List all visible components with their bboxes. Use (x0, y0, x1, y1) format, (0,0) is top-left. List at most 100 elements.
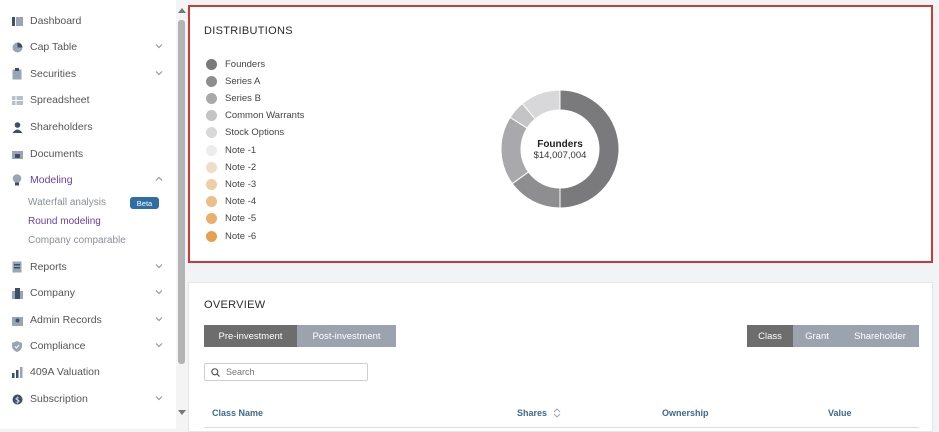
sidebar-item-label: Dashboard (30, 15, 82, 27)
search-input[interactable] (224, 366, 358, 378)
legend-label: Common Warrants (225, 110, 305, 122)
beta-badge: Beta (130, 197, 159, 209)
sidebar-subitem-round-modeling[interactable]: Round modeling (28, 216, 101, 227)
legend-label: Note -5 (225, 213, 257, 225)
legend-item: Note -3 (206, 177, 256, 191)
sidebar-item-subscription[interactable]: $ Subscription (10, 390, 170, 408)
sidebar-item-documents[interactable]: Documents (10, 145, 170, 163)
column-header-value[interactable]: Value (828, 408, 852, 418)
search-box[interactable] (204, 363, 368, 381)
column-header-shares[interactable]: Shares (517, 408, 561, 418)
legend-dot (206, 58, 217, 70)
sidebar-item-label: Documents (30, 148, 84, 160)
legend-label: Stock Options (225, 127, 285, 139)
chevron-up-icon (155, 176, 163, 181)
legend-item: Series A (206, 74, 260, 88)
sidebar-item-admin-records[interactable]: Admin Records (10, 311, 170, 329)
sidebar-item-label: Cap Table (30, 41, 78, 53)
chevron-down-icon (155, 290, 163, 295)
sidebar-item-dashboard[interactable]: Dashboard (10, 12, 170, 30)
sidebar-item-securities[interactable]: Securities (10, 65, 170, 83)
legend-label: Note -3 (225, 178, 257, 190)
sidebar-item-modeling[interactable]: Modeling (10, 171, 170, 189)
shareholder-view-button[interactable]: Shareholder (841, 325, 919, 347)
sidebar-item-spreadsheet[interactable]: Spreadsheet (10, 91, 170, 109)
sidebar-item-label: Securities (30, 68, 77, 80)
sidebar-item-label: Modeling (30, 174, 73, 186)
chevron-down-icon (155, 396, 163, 401)
sidebar-item-compliance[interactable]: Compliance (10, 337, 170, 355)
sidebar-item-label: Shareholders (30, 121, 93, 133)
sidebar-subitem-company-comparable[interactable]: Company comparable (28, 235, 126, 246)
post-investment-button[interactable]: Post-investment (297, 325, 396, 347)
chevron-down-icon (155, 264, 163, 269)
legend-label: Note -4 (225, 196, 257, 208)
building-icon (10, 286, 24, 300)
lightbulb-icon (10, 173, 24, 187)
investment-toggle: Pre-investment Post-investment (204, 325, 396, 347)
shield-icon (10, 339, 24, 353)
admin-icon (10, 313, 24, 327)
legend-dot (206, 110, 217, 122)
sort-icon[interactable] (553, 408, 561, 418)
legend-item: Note -4 (206, 195, 256, 209)
pie-chart-icon (10, 40, 24, 54)
legend-dot (206, 75, 217, 87)
chevron-down-icon (155, 317, 163, 322)
distributions-title: DISTRIBUTIONS (204, 25, 293, 37)
sidebar-item-409a-valuation[interactable]: 409A Valuation (10, 363, 170, 381)
search-icon (211, 367, 220, 377)
legend-dot (206, 230, 217, 242)
sidebar-item-label: Subscription (30, 393, 88, 405)
legend-item: Note -2 (206, 160, 256, 174)
legend-dot (206, 178, 217, 190)
sidebar-item-cap-table[interactable]: Cap Table (10, 38, 170, 56)
sidebar-item-label: Spreadsheet (30, 94, 90, 106)
dollar-icon: $ (10, 392, 24, 406)
legend-label: Series B (225, 92, 261, 104)
legend-item: Stock Options (206, 126, 284, 140)
legend-label: Note -1 (225, 144, 257, 156)
chevron-down-icon (155, 343, 163, 348)
sidebar-item-reports[interactable]: Reports (10, 258, 170, 276)
column-header-class-name[interactable]: Class Name (212, 408, 263, 418)
chevron-down-icon (155, 71, 163, 76)
sidebar-scrollbar[interactable] (176, 0, 187, 429)
sidebar-item-label: 409A Valuation (30, 366, 100, 378)
chevron-down-icon (155, 44, 163, 49)
column-header-ownership[interactable]: Ownership (662, 408, 709, 418)
sidebar-item-shareholders[interactable]: Shareholders (10, 118, 170, 136)
report-icon (10, 260, 24, 274)
clipboard-icon (10, 67, 24, 81)
legend-dot (206, 196, 217, 208)
donut-center-name: Founders (537, 139, 583, 150)
sidebar-item-label: Reports (30, 261, 67, 273)
folder-icon (10, 147, 24, 161)
pre-investment-button[interactable]: Pre-investment (204, 325, 297, 347)
sidebar-item-company[interactable]: Company (10, 284, 170, 302)
svg-text:$: $ (14, 395, 19, 404)
grant-view-button[interactable]: Grant (793, 325, 841, 347)
person-icon (10, 120, 24, 134)
donut-center-label: Founders $14,007,004 (520, 139, 600, 161)
legend-dot (206, 144, 217, 156)
legend-item: Common Warrants (206, 109, 304, 123)
legend-dot (206, 127, 217, 139)
legend-item: Series B (206, 91, 261, 105)
legend-item: Note -6 (206, 229, 256, 243)
legend-label: Note -6 (225, 230, 257, 242)
sidebar-item-label: Admin Records (30, 314, 102, 326)
sidebar: Dashboard Cap Table Securities Spreadshe… (0, 0, 176, 429)
scrollbar-thumb[interactable] (178, 20, 185, 364)
column-header-shares-label: Shares (517, 408, 548, 418)
legend-dot (206, 92, 217, 104)
legend-item: Founders (206, 57, 265, 71)
scroll-down-arrow-icon[interactable] (178, 410, 186, 415)
sidebar-subitem-waterfall-analysis[interactable]: Waterfall analysis (28, 197, 106, 208)
scroll-up-arrow-icon[interactable] (178, 8, 186, 13)
dashboard-icon (10, 14, 24, 28)
header-divider (204, 427, 919, 428)
overview-card: OVERVIEW Pre-investment Post-investment … (188, 282, 933, 432)
class-view-button[interactable]: Class (747, 325, 793, 347)
sidebar-item-label: Company (30, 287, 75, 299)
